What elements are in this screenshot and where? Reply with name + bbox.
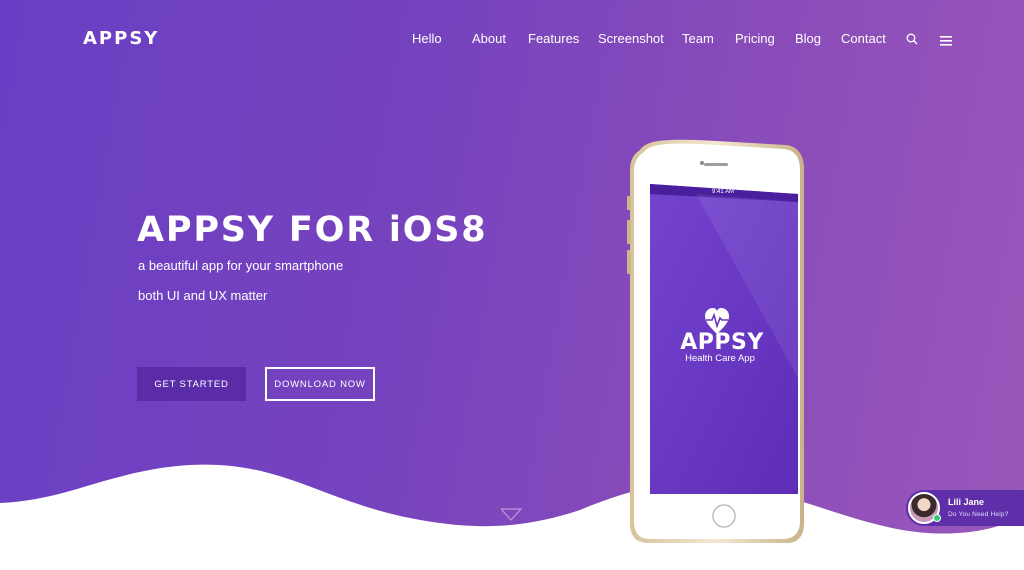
phone-app-name: APPSY (680, 330, 764, 355)
hero-subtitle: a beautiful app for your smartphone (138, 258, 344, 273)
nav-item-contact[interactable]: Contact (841, 31, 886, 46)
get-started-button[interactable]: GET STARTED (137, 367, 246, 401)
download-now-button[interactable]: DOWNLOAD NOW (265, 367, 375, 401)
nav-item-hello[interactable]: Hello (412, 31, 442, 46)
menu-icon[interactable] (940, 33, 952, 51)
nav-item-pricing[interactable]: Pricing (735, 31, 775, 46)
search-icon[interactable] (906, 32, 918, 50)
phone-status-time: 9:41 AM (711, 189, 734, 195)
chat-widget[interactable]: Lili Jane Do You Need Help? (906, 490, 1024, 526)
hero-title: APPSY FOR iOS8 (137, 210, 488, 250)
nav-item-about[interactable]: About (472, 31, 506, 46)
nav-item-team[interactable]: Team (682, 31, 714, 46)
scroll-down-icon[interactable] (500, 508, 522, 522)
chat-agent-name: Lili Jane (948, 497, 985, 507)
hero-tagline: both UI and UX matter (138, 288, 268, 303)
nav-item-screenshot[interactable]: Screenshot (598, 31, 664, 46)
chat-help-text: Do You Need Help? (948, 511, 1009, 518)
main-nav: Hello About Features Screenshot Team Pri… (0, 31, 1024, 49)
nav-item-features[interactable]: Features (528, 31, 579, 46)
online-status-icon (933, 514, 941, 522)
nav-item-blog[interactable]: Blog (795, 31, 821, 46)
phone-app-tagline: Health Care App (685, 353, 755, 364)
